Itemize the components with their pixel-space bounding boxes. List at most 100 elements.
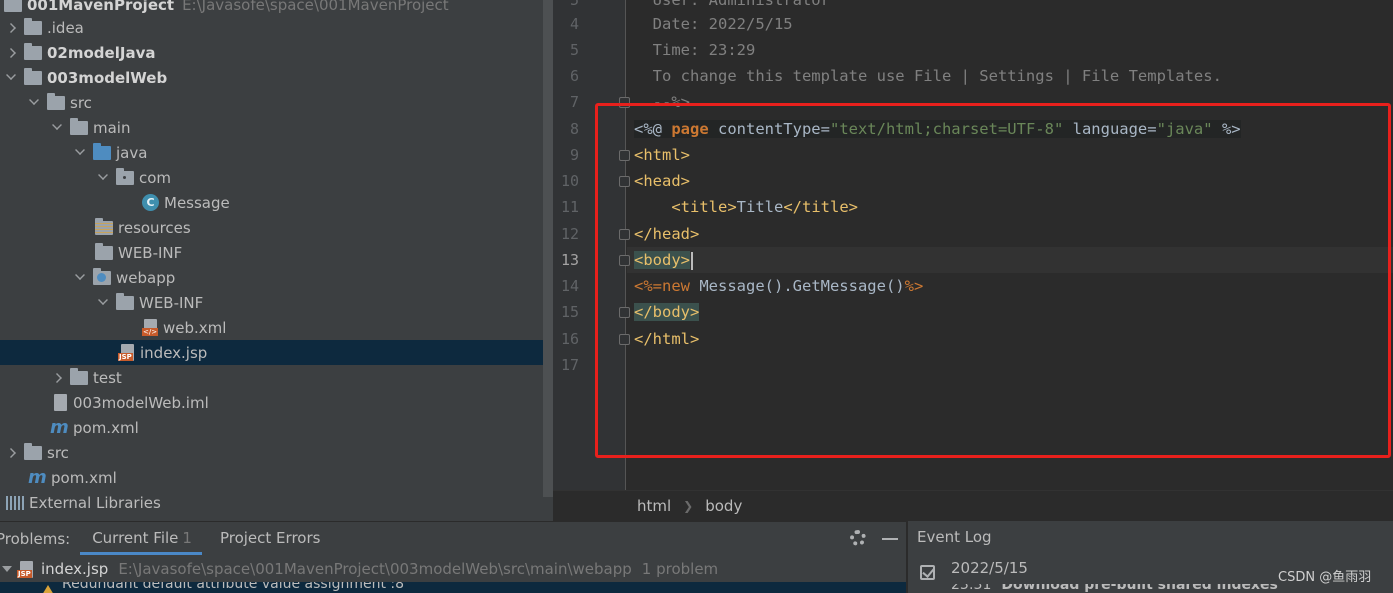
chevron-right-icon[interactable] [6, 447, 16, 458]
tree-label: pom.xml [51, 468, 117, 487]
tree-item-test[interactable]: test [0, 365, 543, 390]
event-entry: 23:31 Download pre-built shared indexes [951, 584, 1278, 593]
watermark: CSDN @鱼雨羽 [1278, 570, 1372, 585]
chevron-down-icon[interactable] [2, 566, 12, 572]
tree-item-resources[interactable]: resources [0, 215, 543, 240]
breadcrumb-item-body[interactable]: body [705, 497, 742, 515]
line-number: 11 [560, 198, 579, 216]
highlight-annotation-box [595, 103, 1391, 458]
folder-icon [95, 242, 113, 260]
line-number: 8 [569, 120, 579, 138]
line-number: 4 [569, 15, 579, 33]
event-time: 23:31 [951, 584, 992, 593]
source-folder-icon [93, 142, 111, 160]
chevron-right-icon[interactable] [6, 47, 16, 58]
tree-item-root-pom[interactable]: m pom.xml [0, 465, 543, 490]
tree-label: 003modelWeb [47, 68, 168, 87]
problem-file-path: E:\Javasofe\space\001MavenProject\003mod… [118, 560, 632, 578]
libraries-icon [6, 495, 24, 510]
chevron-down-icon[interactable] [98, 295, 108, 305]
module-icon [24, 67, 42, 85]
tab-project-errors[interactable]: Project Errors [220, 522, 320, 555]
tree-label: com [139, 168, 172, 187]
folder-icon [70, 367, 88, 385]
code-line: To change this template use File | Setti… [634, 67, 1222, 85]
chevron-right-icon[interactable] [52, 372, 62, 383]
tree-item-webapp[interactable]: webapp [0, 265, 543, 290]
chevron-right-icon[interactable] [6, 22, 16, 33]
code-line: Time: 23:29 [634, 41, 756, 59]
tab-label: Current File [92, 529, 179, 547]
folder-icon [70, 117, 88, 135]
tree-item-02modeljava[interactable]: 02modelJava [0, 40, 543, 65]
tree-item-main[interactable]: main [0, 115, 543, 140]
class-icon: C [142, 194, 159, 211]
tree-item-message[interactable]: C Message [0, 190, 543, 215]
iml-file-icon [54, 394, 67, 411]
tree-item-index-jsp[interactable]: index.jsp [0, 340, 553, 365]
tree-scrollbar[interactable] [543, 0, 553, 497]
web-folder-icon [93, 267, 111, 285]
line-number-current: 13 [560, 251, 579, 269]
chevron-down-icon[interactable] [98, 170, 108, 180]
tree-label: 02modelJava [47, 43, 156, 62]
tree-item-java[interactable]: java [0, 140, 543, 165]
warning-icon [42, 585, 54, 593]
minimize-icon[interactable] [882, 538, 898, 540]
problem-item[interactable]: Redundant default attribute value assign… [0, 582, 906, 593]
resources-folder-icon [95, 217, 113, 235]
tree-label: src [47, 443, 69, 462]
chevron-down-icon[interactable] [75, 145, 85, 155]
tree-label: External Libraries [29, 493, 161, 512]
chevron-down-icon[interactable] [6, 70, 16, 80]
problems-title: Problems: [0, 529, 71, 548]
line-number: 10 [560, 172, 579, 190]
tree-label: main [93, 118, 131, 137]
module-icon [24, 42, 42, 60]
check-icon[interactable] [920, 565, 935, 580]
tree-item-external-libraries[interactable]: External Libraries [0, 490, 543, 515]
folder-icon [116, 292, 134, 310]
tree-label: src [70, 93, 92, 112]
chevron-down-icon[interactable] [75, 270, 85, 280]
tree-label: 001MavenProject [27, 0, 175, 14]
code-line: Date: 2022/5/15 [634, 15, 793, 33]
tree-item-src[interactable]: src [0, 90, 543, 115]
tree-item-iml[interactable]: 003modelWeb.iml [0, 390, 543, 415]
gear-icon[interactable] [850, 530, 866, 546]
problems-tab-bar: Problems: Current File 1 Project Errors [0, 522, 906, 555]
event-message[interactable]: Download pre-built shared indexes [1001, 584, 1277, 593]
jsp-file-icon [118, 344, 134, 361]
tree-label: java [116, 143, 148, 162]
tree-item-003modelweb[interactable]: 003modelWeb [0, 65, 543, 90]
breadcrumb: html ❯ body [553, 490, 1393, 521]
tree-label: Message [164, 193, 230, 212]
folder-icon [24, 17, 42, 35]
tree-item-web-inf[interactable]: WEB-INF [0, 240, 543, 265]
tree-item-idea[interactable]: .idea [0, 15, 543, 40]
chevron-down-icon[interactable] [52, 120, 62, 130]
module-icon [4, 0, 22, 12]
event-date: 2022/5/15 [951, 559, 1028, 577]
problem-file-row[interactable]: index.jsp E:\Javasofe\space\001MavenProj… [0, 556, 906, 582]
event-log-title: Event Log [917, 528, 992, 546]
tree-item-com[interactable]: com [0, 165, 543, 190]
line-number: 9 [569, 146, 579, 164]
tree-item-module-pom[interactable]: m pom.xml [0, 415, 543, 440]
tab-count: 1 [182, 529, 192, 547]
problem-count: 1 problem [641, 560, 719, 578]
tab-label: Project Errors [219, 529, 321, 547]
chevron-down-icon[interactable] [29, 95, 39, 105]
tree-item-root-src[interactable]: src [0, 440, 543, 465]
breadcrumb-item-html[interactable]: html [637, 497, 671, 515]
folder-icon [47, 92, 65, 110]
line-number: 12 [560, 225, 579, 243]
tree-item-web-xml[interactable]: web.xml [0, 315, 543, 340]
tree-label: pom.xml [73, 418, 139, 437]
tab-current-file[interactable]: Current File 1 [80, 522, 202, 555]
line-number: 15 [560, 303, 579, 321]
tree-label: webapp [116, 268, 176, 287]
problems-panel: Problems: Current File1 Project Errors i… [0, 521, 906, 593]
tree-item-webapp-web-inf[interactable]: WEB-INF [0, 290, 543, 315]
tree-label: resources [118, 218, 191, 237]
